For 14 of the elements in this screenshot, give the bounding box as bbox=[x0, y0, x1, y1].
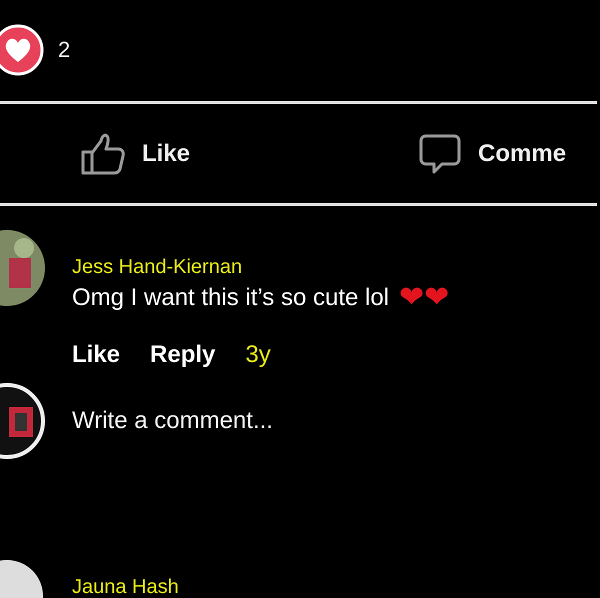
thumbs-up-icon bbox=[80, 132, 126, 176]
comment-action-link[interactable]: Like bbox=[72, 341, 120, 369]
comment-button[interactable]: Comme bbox=[418, 132, 566, 176]
comment-time[interactable]: 3y bbox=[245, 341, 271, 369]
comment-input-field[interactable]: Write a comment... bbox=[72, 407, 472, 435]
comment-action-link[interactable]: Reply bbox=[150, 341, 216, 369]
heart-emoji: ❤❤ bbox=[399, 283, 450, 313]
speech-bubble-icon bbox=[418, 132, 462, 176]
comment-author[interactable]: Jess Hand-Kiernan bbox=[72, 256, 450, 279]
comment-author[interactable]: Jauna Hash bbox=[72, 576, 179, 598]
reaction-count: 2 bbox=[58, 37, 70, 63]
heart-reaction-icon bbox=[0, 24, 44, 76]
like-button[interactable]: Like bbox=[80, 132, 190, 176]
comment-text: Omg I want this it’s so cute lol bbox=[72, 284, 390, 312]
